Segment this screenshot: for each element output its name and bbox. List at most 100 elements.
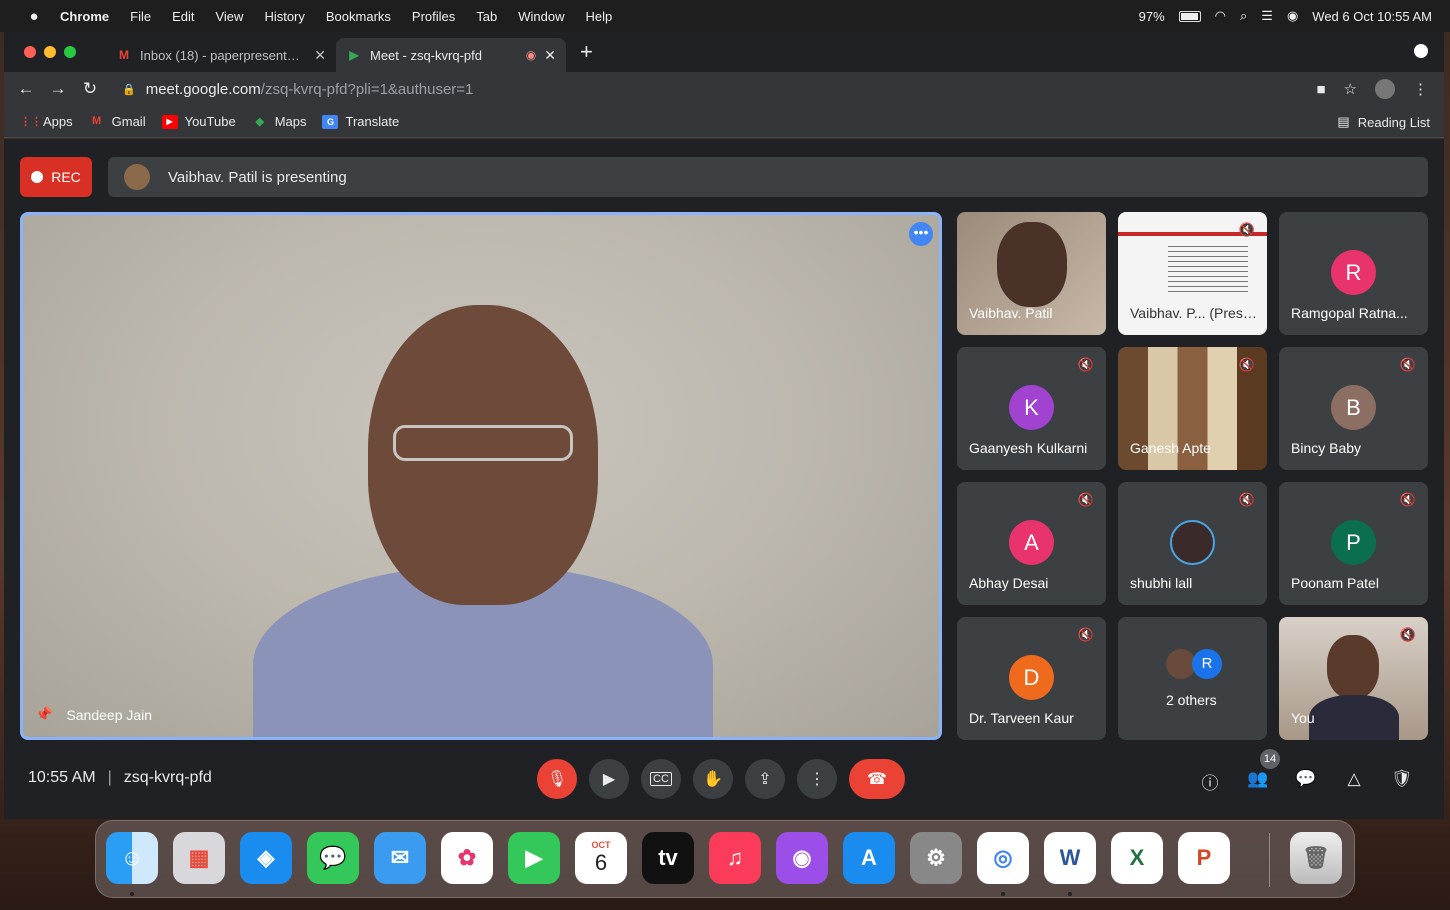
menu-tab[interactable]: Tab xyxy=(476,9,497,24)
participant-tile[interactable]: 🔇 shubhi lall xyxy=(1118,482,1267,605)
menu-edit[interactable]: Edit xyxy=(172,9,194,24)
reading-list-button[interactable]: ▤ Reading List xyxy=(1337,114,1430,130)
menu-file[interactable]: File xyxy=(130,9,151,24)
zoom-window-button[interactable] xyxy=(64,46,76,58)
pin-icon[interactable]: 📌 xyxy=(35,706,52,723)
spotlight-icon[interactable]: ⌕ xyxy=(1240,8,1247,24)
lock-icon[interactable]: 🔒 xyxy=(122,83,136,96)
menu-view[interactable]: View xyxy=(215,9,243,24)
tab-search-icon[interactable] xyxy=(1414,44,1428,58)
close-window-button[interactable] xyxy=(24,46,36,58)
more-options-icon[interactable]: ••• xyxy=(909,222,933,246)
menu-history[interactable]: History xyxy=(264,9,304,24)
camera-toggle-button[interactable]: ▶ xyxy=(589,759,629,799)
bookmark-star-icon[interactable]: ☆ xyxy=(1344,80,1357,98)
youtube-icon: ▶ xyxy=(161,114,178,129)
recording-button[interactable]: REC xyxy=(20,157,92,197)
bookmark-apps[interactable]: ⋮⋮ Apps xyxy=(20,114,73,129)
powerpoint-icon[interactable]: P xyxy=(1178,832,1230,884)
camera-in-use-icon[interactable]: ■ xyxy=(1316,81,1325,98)
hand-icon: ✋ xyxy=(703,771,723,788)
raise-hand-button[interactable]: ✋ xyxy=(693,759,733,799)
bookmark-youtube[interactable]: ▶ YouTube xyxy=(161,114,236,129)
menu-app-name[interactable]: Chrome xyxy=(60,9,109,24)
bookmark-label: Translate xyxy=(345,114,400,129)
tab-gmail[interactable]: M Inbox (18) - paperpresentation ✕ xyxy=(106,38,336,72)
reload-icon[interactable]: ↻ xyxy=(74,79,106,99)
meeting-details-icon[interactable]: ⓘ xyxy=(1198,769,1222,793)
menu-profiles[interactable]: Profiles xyxy=(412,9,455,24)
apple-tv-icon[interactable]: tv xyxy=(642,832,694,884)
menu-window[interactable]: Window xyxy=(518,9,564,24)
participant-tile[interactable]: R Ramgopal Ratna... xyxy=(1279,212,1428,335)
minimize-window-button[interactable] xyxy=(44,46,56,58)
browser-tab-bar: M Inbox (18) - paperpresentation ✕ ▶ Mee… xyxy=(4,32,1444,72)
messages-icon[interactable]: 💬 xyxy=(307,832,359,884)
people-icon[interactable]: 👥 xyxy=(1246,769,1270,793)
mic-toggle-button[interactable]: 🎙 xyxy=(537,759,577,799)
forward-icon[interactable]: → xyxy=(42,79,74,99)
participant-name: You xyxy=(1291,710,1315,726)
trash-icon[interactable]: 🗑 xyxy=(1290,832,1342,884)
activities-icon[interactable]: △ xyxy=(1342,769,1366,793)
wifi-icon[interactable]: ◠ xyxy=(1215,8,1226,24)
safari-icon[interactable]: ◈ xyxy=(240,832,292,884)
participant-tile[interactable]: 🔇 Vaibhav. P... (Presentati... xyxy=(1118,212,1267,335)
new-tab-button[interactable]: + xyxy=(580,39,593,65)
main-speaker-video[interactable]: ••• 📌 Sandeep Jain xyxy=(20,212,942,740)
word-icon[interactable]: W xyxy=(1044,832,1096,884)
captions-button[interactable]: CC xyxy=(641,759,681,799)
photos-icon[interactable]: ✿ xyxy=(441,832,493,884)
control-center-icon[interactable]: ☰ xyxy=(1261,8,1273,24)
bookmark-label: Maps xyxy=(274,114,307,129)
siri-icon[interactable]: ◉ xyxy=(1287,8,1298,24)
participant-name: Bincy Baby xyxy=(1291,440,1362,456)
menu-datetime[interactable]: Wed 6 Oct 10:55 AM xyxy=(1312,9,1432,24)
battery-icon[interactable] xyxy=(1178,10,1201,22)
music-icon[interactable]: ♫ xyxy=(709,832,761,884)
participant-tile[interactable]: Vaibhav. Patil xyxy=(957,212,1106,335)
podcasts-icon[interactable]: ◉ xyxy=(776,832,828,884)
close-tab-icon[interactable]: ✕ xyxy=(544,47,556,64)
self-tile[interactable]: 🔇 You xyxy=(1279,617,1428,740)
presenting-banner[interactable]: Vaibhav. Patil is presenting xyxy=(108,157,1428,197)
launchpad-icon[interactable]: ▦ xyxy=(173,832,225,884)
participant-tile[interactable]: 🔇 B Bincy Baby xyxy=(1279,347,1428,470)
participant-tile[interactable]: 🔇 K Gaanyesh Kulkarni xyxy=(957,347,1106,470)
participant-name: Dr. Tarveen Kaur xyxy=(969,710,1074,726)
finder-icon[interactable]: ☺ xyxy=(106,832,158,884)
host-controls-icon[interactable]: 🛡 xyxy=(1390,769,1414,793)
system-preferences-icon[interactable]: ⚙ xyxy=(910,832,962,884)
more-options-button[interactable]: ⋮ xyxy=(797,759,837,799)
calendar-icon[interactable]: OCT 6 xyxy=(575,832,627,884)
tab-meet[interactable]: ▶ Meet - zsq-kvrq-pfd ◉ ✕ xyxy=(336,38,566,72)
chrome-icon[interactable]: ◎ xyxy=(977,832,1029,884)
participant-tile[interactable]: 🔇 D Dr. Tarveen Kaur xyxy=(957,617,1106,740)
menu-bookmarks[interactable]: Bookmarks xyxy=(326,9,391,24)
dock-divider xyxy=(1269,833,1270,887)
bookmark-translate[interactable]: G Translate xyxy=(322,114,399,129)
leave-call-button[interactable]: ☎ xyxy=(849,759,905,799)
app-store-icon[interactable]: A xyxy=(843,832,895,884)
close-tab-icon[interactable]: ✕ xyxy=(314,47,326,64)
chrome-menu-icon[interactable]: ⋮ xyxy=(1413,80,1428,98)
apple-menu-icon[interactable]: ● xyxy=(24,8,44,25)
mail-icon[interactable]: ✉ xyxy=(374,832,426,884)
menu-help[interactable]: Help xyxy=(586,9,613,24)
participant-tile[interactable]: 🔇 Ganesh Apte xyxy=(1118,347,1267,470)
address-bar[interactable]: 🔒 meet.google.com /zsq-kvrq-pfd?pli=1&au… xyxy=(122,81,1316,98)
facetime-icon[interactable]: ▶ xyxy=(508,832,560,884)
others-tile[interactable]: R 2 others xyxy=(1118,617,1267,740)
participant-tile[interactable]: 🔇 P Poonam Patel xyxy=(1279,482,1428,605)
participant-video xyxy=(997,222,1067,307)
present-button[interactable]: ⇪ xyxy=(745,759,785,799)
back-icon[interactable]: ← xyxy=(10,79,42,99)
participant-tile[interactable]: 🔇 A Abhay Desai xyxy=(957,482,1106,605)
participant-name: Abhay Desai xyxy=(969,575,1049,591)
mic-off-icon: 🔇 xyxy=(1238,357,1256,372)
excel-icon[interactable]: X xyxy=(1111,832,1163,884)
bookmark-maps[interactable]: ◆ Maps xyxy=(252,114,307,129)
bookmark-gmail[interactable]: M Gmail xyxy=(89,114,146,129)
chat-icon[interactable]: 💬 xyxy=(1294,769,1318,793)
profile-avatar[interactable] xyxy=(1375,79,1395,99)
